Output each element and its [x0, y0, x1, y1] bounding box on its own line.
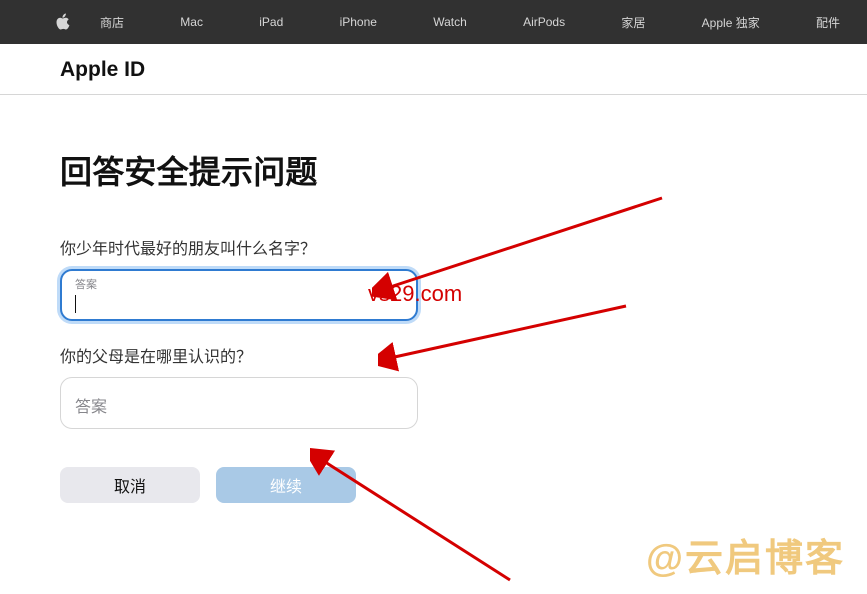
- sub-header: Apple ID: [0, 44, 867, 94]
- continue-button[interactable]: 继续: [216, 467, 356, 503]
- text-caret: [75, 295, 76, 313]
- nav-item-watch[interactable]: Watch: [433, 15, 467, 29]
- page-title: 回答安全提示问题: [60, 147, 807, 193]
- nav-item-store[interactable]: 商店: [100, 14, 124, 31]
- apple-logo-icon[interactable]: [52, 0, 72, 44]
- button-row: 取消 继续: [60, 467, 807, 503]
- nav-item-home[interactable]: 家居: [621, 14, 645, 31]
- nav-item-airpods[interactable]: AirPods: [523, 15, 565, 29]
- cancel-button[interactable]: 取消: [60, 467, 200, 503]
- question-1-text: 你少年时代最好的朋友叫什么名字？: [60, 235, 807, 259]
- nav-item-only[interactable]: Apple 独家: [702, 14, 760, 31]
- nav-item-mac[interactable]: Mac: [180, 15, 203, 29]
- global-nav: 商店 Mac iPad iPhone Watch AirPods 家居 Appl…: [0, 0, 867, 44]
- page-subtitle: Apple ID: [60, 44, 807, 94]
- nav-links: 商店 Mac iPad iPhone Watch AirPods 家居 Appl…: [100, 14, 840, 31]
- answer-input-2[interactable]: [60, 377, 418, 429]
- answer-input-1[interactable]: [60, 269, 418, 321]
- watermark-blog: @云启博客: [646, 527, 845, 582]
- nav-item-iphone[interactable]: iPhone: [340, 15, 377, 29]
- security-question-2: 你的父母是在哪里认识的？ 答案: [60, 343, 807, 429]
- security-question-1: 你少年时代最好的朋友叫什么名字？ 答案: [60, 235, 807, 321]
- content: 回答安全提示问题 你少年时代最好的朋友叫什么名字？ 答案 你的父母是在哪里认识的…: [0, 95, 867, 503]
- question-2-text: 你的父母是在哪里认识的？: [60, 343, 807, 367]
- nav-item-acc[interactable]: 配件: [816, 14, 840, 31]
- nav-item-ipad[interactable]: iPad: [259, 15, 283, 29]
